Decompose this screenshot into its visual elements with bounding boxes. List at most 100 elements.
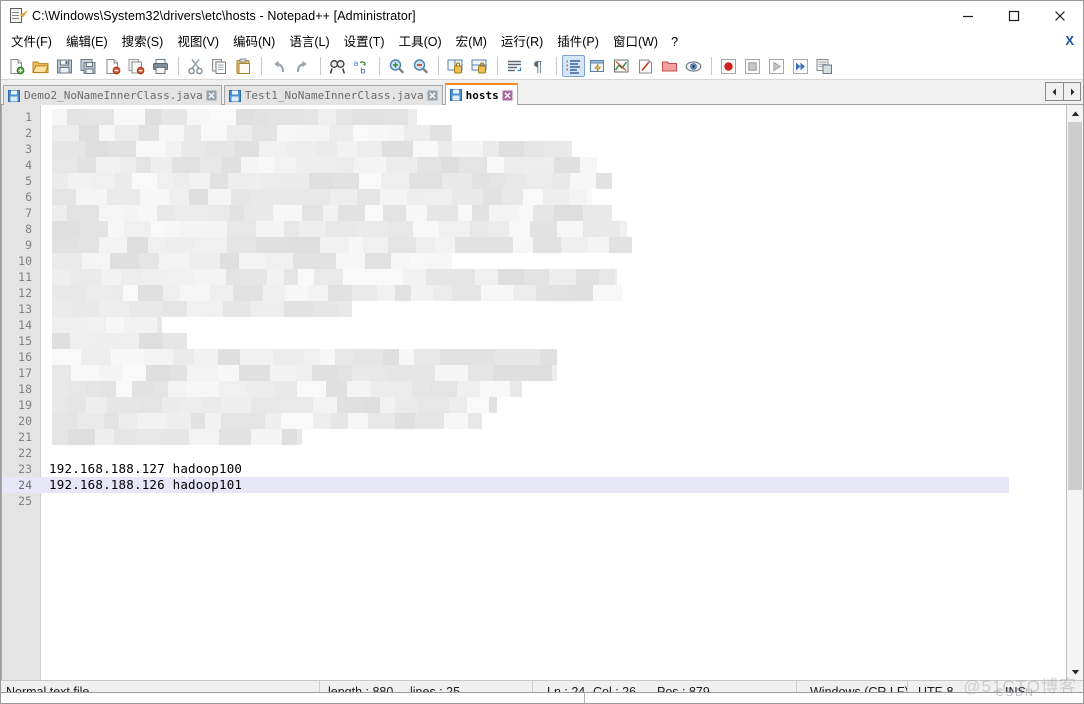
tab-demo2-nonameinnerclass[interactable]: Demo2_NoNameInnerClass.java <box>3 85 222 105</box>
close-icon[interactable] <box>502 90 513 101</box>
replace-icon[interactable]: a b <box>350 55 373 77</box>
tab-test1-nonameinnerclass[interactable]: Test1_NoNameInnerClass.java <box>223 85 443 105</box>
code-line[interactable]: 20 <box>2 413 1066 429</box>
code-line[interactable]: 16 <box>2 349 1066 365</box>
code-line[interactable]: 1 <box>2 109 1066 125</box>
folder-as-workspace-icon[interactable] <box>658 55 681 77</box>
close-icon[interactable] <box>427 90 438 101</box>
code-line[interactable]: 13 <box>2 301 1066 317</box>
menu-window[interactable]: 窗口(W) <box>606 32 665 52</box>
sync-vertical-scroll-icon[interactable] <box>444 55 467 77</box>
close-icon[interactable] <box>206 90 217 101</box>
save-all-icon[interactable] <box>77 55 100 77</box>
menu-language[interactable]: 语言(L) <box>282 32 336 52</box>
menu-plugins[interactable]: 插件(P) <box>550 32 606 52</box>
code-line[interactable]: 23 192.168.188.127 hadoop100 <box>2 461 1066 477</box>
code-line[interactable]: 4 <box>2 157 1066 173</box>
show-all-characters-icon[interactable]: ¶ <box>527 55 550 77</box>
code-line[interactable]: 11 <box>2 269 1066 285</box>
code-line[interactable]: 2 <box>2 125 1066 141</box>
line-number: 22 <box>18 446 32 460</box>
code-line[interactable]: 5 <box>2 173 1066 189</box>
menu-view[interactable]: 视图(V) <box>170 32 226 52</box>
scroll-up-icon[interactable] <box>1067 105 1083 122</box>
document-map-icon[interactable] <box>634 55 657 77</box>
code-line[interactable]: 25 <box>2 493 1066 509</box>
svg-text:a: a <box>354 59 359 68</box>
toolbar-separator <box>178 57 179 75</box>
menu-settings[interactable]: 设置(T) <box>337 32 392 52</box>
scroll-down-icon[interactable] <box>1067 663 1083 680</box>
play-macro-multiple-icon[interactable] <box>789 55 812 77</box>
copy-icon[interactable] <box>208 55 231 77</box>
code-line[interactable]: 7 <box>2 205 1066 221</box>
code-line[interactable]: 17 <box>2 365 1066 381</box>
sync-horizontal-scroll-icon[interactable] <box>468 55 491 77</box>
menu-run[interactable]: 运行(R) <box>494 32 550 52</box>
toolbar-separator <box>320 57 321 75</box>
document-tab-bar: Demo2_NoNameInnerClass.java Test1_NoName… <box>1 80 1083 105</box>
code-line[interactable]: 10 <box>2 253 1066 269</box>
censored-text-block <box>52 349 557 365</box>
censored-text-block <box>52 221 627 237</box>
word-wrap-icon[interactable] <box>503 55 526 77</box>
vertical-scrollbar[interactable] <box>1066 105 1083 680</box>
menu-file[interactable]: 文件(F) <box>4 32 59 52</box>
close-all-files-icon[interactable] <box>125 55 148 77</box>
toolbar: a b ¶ <box>1 53 1083 80</box>
indent-guide-icon[interactable] <box>562 55 585 77</box>
scroll-tabs-left-icon[interactable] <box>1045 82 1063 101</box>
close-document-button[interactable]: X <box>1065 33 1074 49</box>
start-recording-macro-icon[interactable] <box>717 55 740 77</box>
code-line[interactable]: 9 <box>2 237 1066 253</box>
monitoring-icon[interactable] <box>682 55 705 77</box>
stop-recording-macro-icon[interactable] <box>741 55 764 77</box>
paste-icon[interactable] <box>232 55 255 77</box>
close-icon[interactable] <box>1037 1 1083 31</box>
scrollbar-thumb[interactable] <box>1068 122 1082 490</box>
code-line[interactable]: 18 <box>2 381 1066 397</box>
new-file-icon[interactable] <box>5 55 28 77</box>
code-line[interactable]: 14 <box>2 317 1066 333</box>
line-number: 5 <box>25 174 32 188</box>
tab-scroll-buttons <box>1045 82 1081 101</box>
save-icon[interactable] <box>53 55 76 77</box>
line-number: 20 <box>18 414 32 428</box>
scroll-tabs-right-icon[interactable] <box>1063 82 1081 101</box>
tab-hosts[interactable]: hosts <box>444 83 518 105</box>
close-file-icon[interactable] <box>101 55 124 77</box>
menu-tools[interactable]: 工具(O) <box>392 32 449 52</box>
undo-icon[interactable] <box>267 55 290 77</box>
save-macro-icon[interactable] <box>813 55 836 77</box>
redo-icon[interactable] <box>291 55 314 77</box>
menu-edit[interactable]: 编辑(E) <box>59 32 115 52</box>
code-line[interactable]: 12 <box>2 285 1066 301</box>
line-number: 21 <box>18 430 32 444</box>
show-function-list-icon[interactable] <box>610 55 633 77</box>
menu-macro[interactable]: 宏(M) <box>449 32 494 52</box>
print-icon[interactable] <box>149 55 172 77</box>
code-line[interactable]: 8 <box>2 221 1066 237</box>
scrollbar-track[interactable] <box>1067 122 1083 663</box>
zoom-in-icon[interactable] <box>385 55 408 77</box>
user-defined-dialog-icon[interactable] <box>586 55 609 77</box>
code-line[interactable]: 19 <box>2 397 1066 413</box>
code-line[interactable]: 22 <box>2 445 1066 461</box>
code-line[interactable]: 21 <box>2 429 1066 445</box>
minimize-icon[interactable] <box>945 1 991 31</box>
code-line[interactable]: 3 <box>2 141 1066 157</box>
code-line[interactable]: 15 <box>2 333 1066 349</box>
zoom-out-icon[interactable] <box>409 55 432 77</box>
menu-search[interactable]: 搜索(S) <box>115 32 171 52</box>
open-file-icon[interactable] <box>29 55 52 77</box>
maximize-icon[interactable] <box>991 1 1037 31</box>
code-line[interactable]: 24 192.168.188.126 hadoop101 <box>2 477 1009 493</box>
menu-encoding[interactable]: 编码(N) <box>226 32 282 52</box>
play-macro-icon[interactable] <box>765 55 788 77</box>
text-editor[interactable]: 1 2 3 4 5 6 7 8 9 10 11 12 13 14 15 16 17 18 19 20 21 22 23 192… <box>1 105 1066 680</box>
cut-icon[interactable] <box>184 55 207 77</box>
menu-help[interactable]: ? <box>665 32 684 52</box>
censored-text-block <box>52 157 597 173</box>
find-icon[interactable] <box>326 55 349 77</box>
code-line[interactable]: 6 <box>2 189 1066 205</box>
